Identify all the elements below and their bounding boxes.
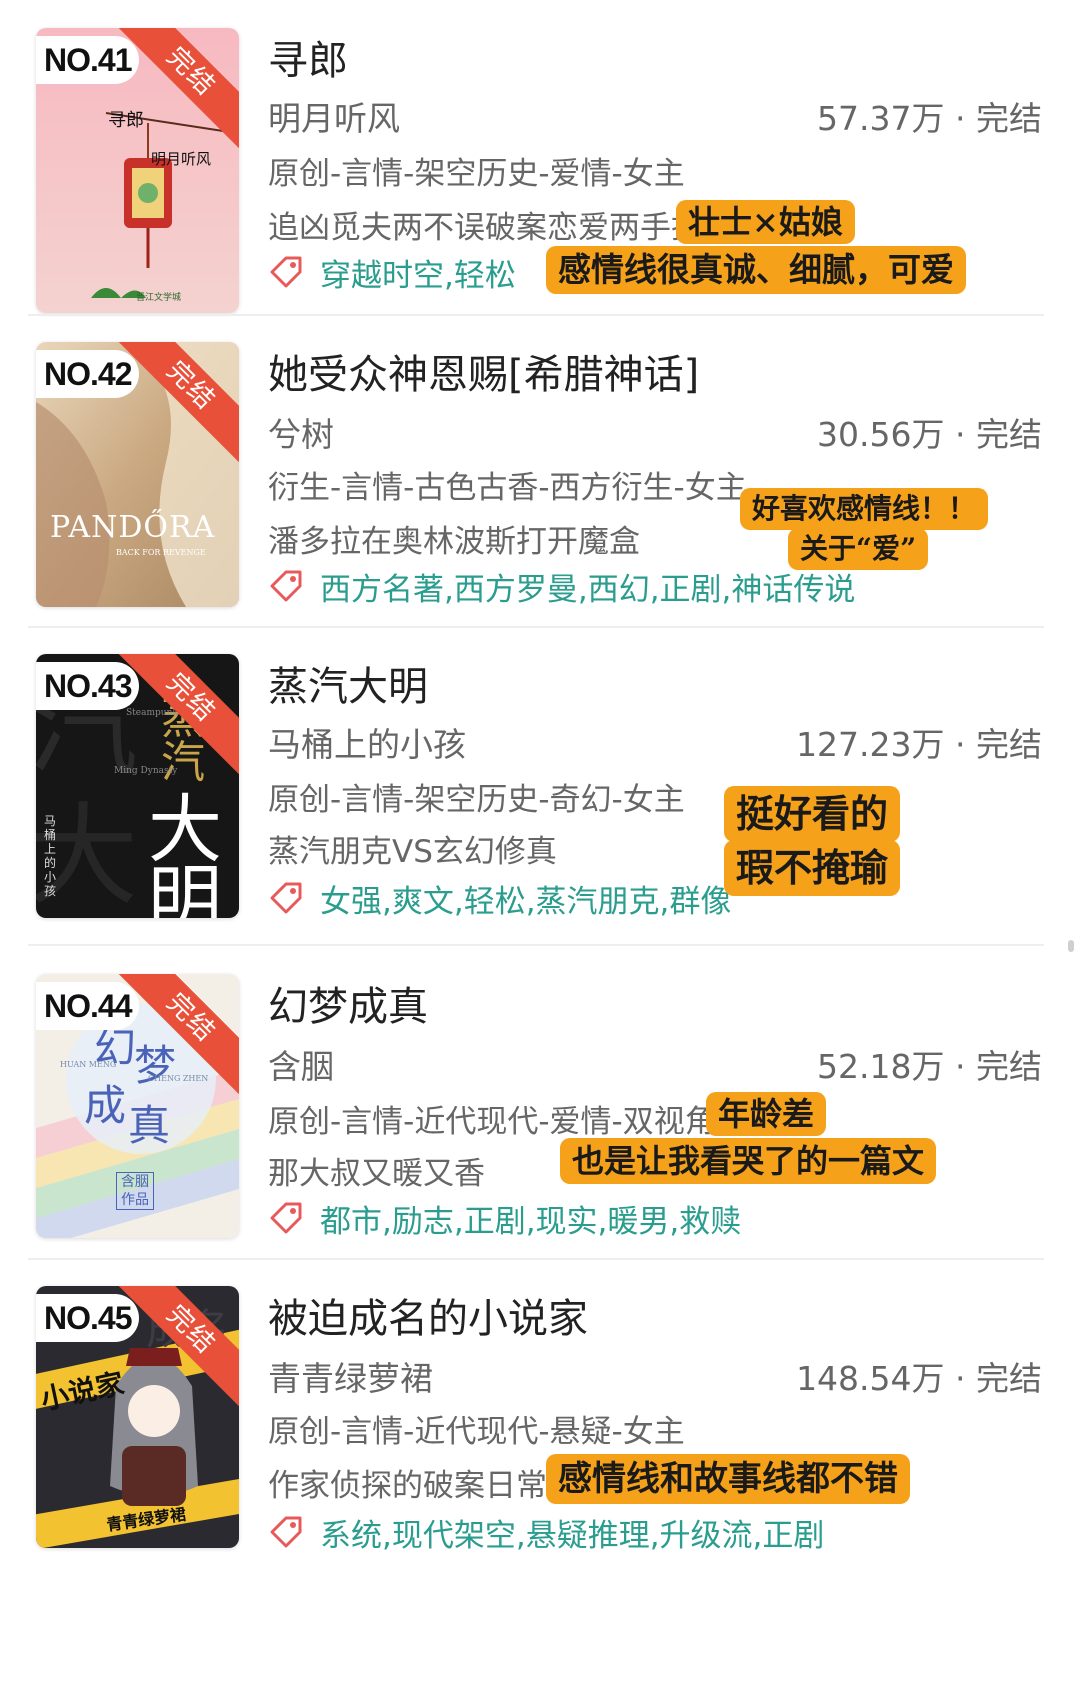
- word-count-status: 148.54万 · 完结: [796, 1359, 1042, 1398]
- book-tags: 西方名著,西方罗曼,西幻,正剧,神话传说: [320, 571, 856, 608]
- tag-icon: [270, 570, 302, 602]
- book-tags: 穿越时空,轻松: [320, 257, 516, 294]
- tag-row: 穿越时空,轻松: [268, 250, 516, 294]
- reader-note: 挺好看的: [724, 786, 901, 842]
- divider: [28, 314, 1044, 316]
- book-description: 追凶觅夫两不误破案恋爱两手抓: [268, 210, 702, 246]
- divider: [28, 1258, 1044, 1260]
- book-description: 那大叔又暖又香: [268, 1156, 485, 1192]
- tag-row: 系统,现代架空,悬疑推理,升级流,正剧: [268, 1510, 824, 1554]
- book-author[interactable]: 青青绿萝裙: [268, 1352, 433, 1400]
- reader-note: 感情线和故事线都不错: [546, 1454, 910, 1504]
- cover-title-char: 真: [128, 1101, 171, 1150]
- cover-subtitle: Steampunk: [126, 708, 178, 718]
- cover-seal: 含胭作品: [116, 1172, 154, 1210]
- cover-title-char: 成: [84, 1081, 127, 1130]
- tag-icon: [270, 882, 302, 914]
- book-description: 蒸汽朋克VS玄幻修真: [268, 834, 557, 870]
- book-title[interactable]: 蒸汽大明: [268, 654, 428, 712]
- book-title[interactable]: 被迫成名的小说家: [268, 1286, 588, 1344]
- tag-icon: [270, 1202, 302, 1234]
- word-count-status: 30.56万 · 完结: [817, 415, 1042, 454]
- book-tags: 女强,爽文,轻松,蒸汽朋克,群像: [320, 883, 732, 920]
- rank-badge: NO.41: [36, 36, 140, 84]
- reader-note: 年龄差: [706, 1092, 827, 1136]
- book-tags: 都市,励志,正剧,现实,暖男,救赎: [320, 1203, 742, 1240]
- book-cover[interactable]: 汽 大 蒸 汽 Steampunk Ming Dynasty 大 明 马桶上的小…: [36, 654, 239, 918]
- cover-publisher-mark: 晋江文学城: [136, 293, 182, 303]
- book-title[interactable]: 幻梦成真: [268, 974, 428, 1032]
- book-genre: 衍生-言情-古色古香-西方衍生-女主: [268, 470, 747, 506]
- book-tags: 系统,现代架空,悬疑推理,升级流,正剧: [320, 1517, 825, 1554]
- cover-subtitle: CHENG ZHEN: [148, 1074, 209, 1083]
- book-description: 作家侦探的破案日常: [268, 1468, 547, 1504]
- book-author[interactable]: 明月听风: [268, 92, 400, 140]
- cover-subtitle: BACK FOR REVENGE: [116, 548, 206, 557]
- cover-title: PANDŐRA: [50, 510, 216, 545]
- book-cover[interactable]: 成名 小说家 青青绿萝裙 NO.45 完结: [36, 1286, 239, 1548]
- reader-note: 也是让我看哭了的一篇文: [560, 1138, 937, 1184]
- tag-icon: [270, 256, 302, 288]
- word-count-status: 57.37万 · 完结: [817, 99, 1042, 138]
- book-author[interactable]: 马桶上的小孩: [268, 718, 466, 766]
- cover-author: 明月听风: [151, 150, 212, 168]
- tag-row: 都市,励志,正剧,现实,暖男,救赎: [268, 1196, 741, 1240]
- divider: [28, 626, 1044, 628]
- reader-note: 好喜欢感情线！！: [740, 488, 989, 530]
- book-description: 潘多拉在奥林波斯打开魔盒: [268, 524, 640, 560]
- reader-note: 壮士×姑娘: [676, 200, 855, 244]
- rank-badge: NO.44: [36, 982, 140, 1030]
- rank-badge: NO.43: [36, 662, 140, 710]
- tag-row: 女强,爽文,轻松,蒸汽朋克,群像: [268, 876, 731, 920]
- book-cover[interactable]: 寻郎 明月听风 晋江文学城 NO.41 完结: [36, 28, 239, 313]
- book-genre: 原创-言情-近代现代-悬疑-女主: [268, 1414, 685, 1450]
- rank-badge: NO.45: [36, 1294, 140, 1342]
- word-count-status: 52.18万 · 完结: [817, 1047, 1042, 1086]
- tag-icon: [270, 1516, 302, 1548]
- book-title[interactable]: 她受众神恩赐[希腊神话]: [268, 342, 699, 400]
- reader-note: 瑕不掩瑜: [724, 840, 901, 896]
- cover-title: 寻郎: [108, 110, 144, 131]
- reader-note: 感情线很真诚、细腻，可爱: [546, 246, 966, 294]
- word-count-status: 127.23万 · 完结: [796, 725, 1042, 764]
- book-title[interactable]: 寻郎: [268, 28, 348, 86]
- cover-title-char: 梦: [134, 1041, 177, 1090]
- divider: [28, 944, 1044, 946]
- book-cover[interactable]: PANDŐRA BACK FOR REVENGE NO.42 完结: [36, 342, 239, 607]
- scrollbar-thumb[interactable]: [1068, 940, 1074, 952]
- cover-subtitle: HUAN MENG: [60, 1060, 117, 1069]
- reader-note: 关于“爱”: [788, 528, 929, 570]
- book-cover[interactable]: 幻 梦 成 真 HUAN MENG CHENG ZHEN 含胭作品 NO.44 …: [36, 974, 239, 1238]
- book-genre: 原创-言情-近代现代-爱情-双视角: [268, 1104, 716, 1140]
- book-genre: 原创-言情-架空历史-爱情-女主: [268, 156, 685, 192]
- rank-badge: NO.42: [36, 350, 140, 398]
- book-genre: 原创-言情-架空历史-奇幻-女主: [268, 782, 685, 818]
- tag-row: 西方名著,西方罗曼,西幻,正剧,神话传说: [268, 564, 855, 608]
- book-author[interactable]: 兮树: [268, 408, 334, 456]
- cover-author: 马桶上的小孩: [44, 814, 57, 898]
- book-author[interactable]: 含胭: [268, 1040, 334, 1088]
- cover-title-char: 明: [148, 857, 222, 918]
